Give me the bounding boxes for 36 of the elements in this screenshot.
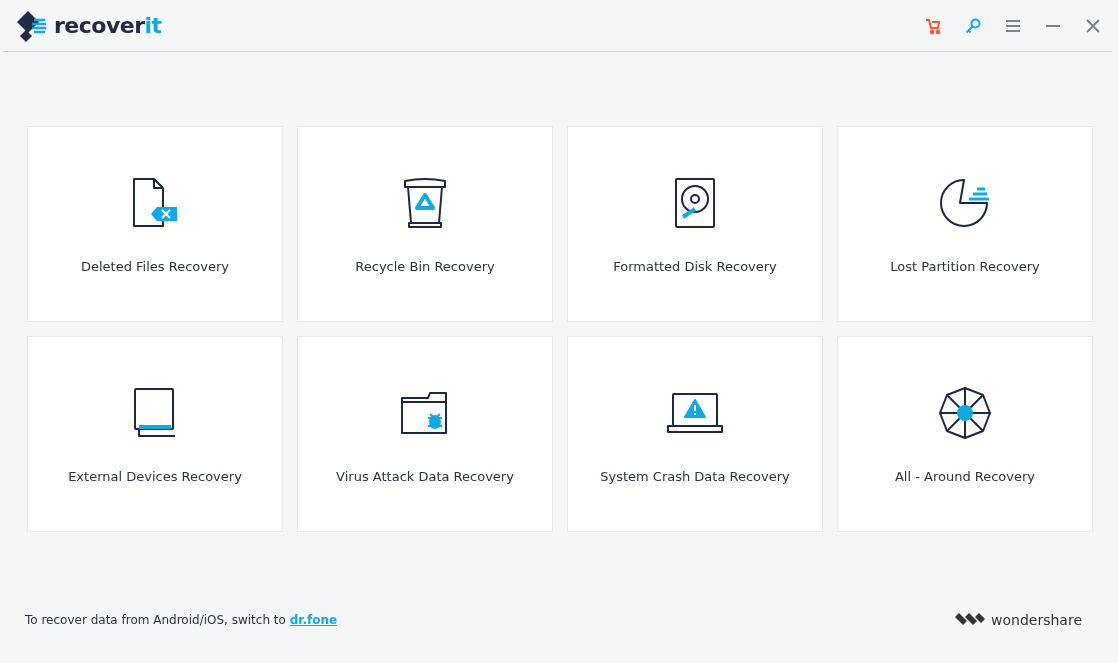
recovery-option-card[interactable]: Lost Partition Recovery — [837, 126, 1093, 322]
recovery-option-card[interactable]: Deleted Files Recovery — [27, 126, 283, 322]
logo-icon — [16, 9, 48, 42]
recovery-option-card[interactable]: Recycle Bin Recovery — [297, 126, 553, 322]
card-label: Formatted Disk Recovery — [613, 259, 777, 274]
brand-name: wondershare — [991, 612, 1082, 628]
menu-icon — [1005, 18, 1021, 33]
recovery-option-card[interactable]: System Crash Data Recovery — [567, 336, 823, 532]
drive-icon — [133, 387, 177, 439]
close-button[interactable] — [1084, 16, 1102, 35]
footer-note: To recover data from Android/iOS, switch to dr.fone — [25, 613, 338, 627]
card-label: Deleted Files Recovery — [80, 259, 229, 274]
laptop-warning-icon — [667, 392, 723, 434]
card-label: Virus Attack Data Recovery — [336, 469, 514, 484]
recovery-option-card[interactable]: Virus Attack Data Recovery — [297, 336, 553, 532]
recovery-option-card[interactable]: External Devices Recovery — [27, 336, 283, 532]
minimize-icon — [1045, 24, 1061, 27]
card-label: Lost Partition Recovery — [890, 259, 1040, 274]
recovery-option-card[interactable]: All - Around Recovery — [837, 336, 1093, 532]
pie-chart-icon — [939, 177, 991, 229]
file-delete-icon — [131, 177, 179, 229]
close-icon — [1086, 18, 1100, 33]
app-logo-text: recoverit — [54, 13, 162, 38]
cart-button[interactable] — [924, 16, 942, 35]
card-label: External Devices Recovery — [68, 469, 242, 484]
trash-icon — [403, 177, 447, 229]
key-icon — [964, 16, 982, 35]
brand-logo-icon — [955, 613, 986, 627]
card-label: System Crash Data Recovery — [600, 469, 790, 484]
card-label: All - Around Recovery — [894, 469, 1036, 484]
card-label: Recycle Bin Recovery — [355, 259, 495, 274]
network-wheel-icon — [938, 386, 992, 440]
folder-bug-icon — [400, 390, 450, 436]
recovery-option-card[interactable]: Formatted Disk Recovery — [567, 126, 823, 322]
cart-icon — [924, 16, 942, 35]
key-button[interactable] — [964, 16, 982, 35]
